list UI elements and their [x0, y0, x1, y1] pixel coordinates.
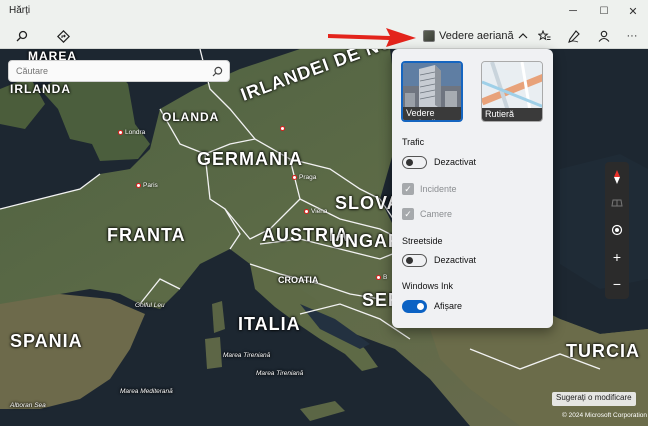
chevron-up-icon	[518, 33, 528, 39]
label-alboran-sea: Alboran Sea	[10, 402, 46, 409]
city-b[interactable]: B	[376, 274, 387, 281]
directions-icon	[56, 29, 70, 43]
label-olanda: OLANDA	[162, 110, 220, 124]
suggest-change-link[interactable]: Sugerați o modificare	[552, 392, 636, 406]
label-italia: ITALIA	[238, 314, 301, 334]
search-input[interactable]	[9, 61, 209, 81]
pin-icon	[376, 274, 381, 280]
ink-button[interactable]	[563, 25, 585, 47]
pin-icon	[280, 125, 285, 131]
traffic-title: Trafic	[402, 137, 425, 147]
pin-icon	[304, 208, 309, 214]
map-style-label: Vedere aeriană	[439, 30, 514, 42]
label-marea-mediterana: Marea Mediterană	[120, 388, 173, 395]
favorites-button[interactable]	[533, 25, 555, 47]
city-londra[interactable]: Londra	[118, 129, 145, 136]
zoom-in-button[interactable]: +	[605, 246, 629, 268]
more-button[interactable]: ···	[621, 25, 643, 47]
aerial-tile-label: Vedere aeriană	[403, 107, 461, 120]
pin-icon	[118, 129, 123, 135]
label-turcia: TURCIA	[566, 341, 640, 361]
city-praga[interactable]: Praga	[292, 174, 316, 181]
pen-icon	[568, 29, 580, 43]
road-tile-label: Rutieră	[482, 108, 542, 121]
compass-button[interactable]	[605, 166, 629, 188]
locate-button[interactable]	[605, 219, 629, 241]
search-button[interactable]	[11, 25, 33, 47]
label-croatia: CROATIA	[278, 275, 319, 285]
traffic-toggle-state: Dezactivat	[434, 157, 477, 167]
minimize-button[interactable]: ─	[558, 0, 588, 22]
account-button[interactable]	[593, 25, 615, 47]
streetside-toggle-state: Dezactivat	[434, 255, 477, 265]
city-marker[interactable]	[280, 125, 287, 132]
maximize-button[interactable]: ☐	[589, 0, 619, 22]
pin-icon	[136, 182, 141, 188]
label-golful-leu: Golful Leu	[135, 302, 165, 309]
label-spania: SPANIA	[10, 331, 83, 351]
pin-icon	[292, 174, 297, 180]
road-tile[interactable]: Rutieră	[481, 61, 543, 122]
tilt-icon	[611, 199, 623, 207]
incidents-label: Incidente	[420, 184, 457, 194]
aerial-thumbnail-icon	[423, 30, 435, 42]
locate-icon	[611, 224, 623, 236]
windows-ink-toggle-state: Afișare	[434, 301, 463, 311]
incidents-checkbox[interactable]: ✓	[402, 183, 414, 195]
traffic-toggle[interactable]	[402, 156, 427, 169]
city-viena[interactable]: Viena	[304, 208, 328, 215]
annotation-arrow-icon	[328, 28, 416, 47]
city-paris[interactable]: Paris	[136, 182, 158, 189]
search-icon[interactable]	[212, 66, 223, 77]
cameras-label: Camere	[420, 209, 453, 219]
windows-ink-title: Windows Ink	[402, 281, 454, 291]
map-style-button[interactable]: Vedere aeriană	[423, 26, 528, 46]
cameras-checkbox[interactable]: ✓	[402, 208, 414, 220]
person-icon	[598, 30, 610, 42]
streetside-title: Streetside	[402, 236, 443, 246]
search-box	[8, 60, 230, 82]
streetside-toggle[interactable]	[402, 254, 427, 267]
windows-ink-toggle[interactable]	[402, 300, 427, 313]
map-controls: + −	[605, 162, 629, 299]
copyright-text: © 2024 Microsoft Corporation	[562, 412, 647, 419]
app-title: Hărți	[9, 5, 31, 16]
label-marea-tireniana-1: Marea Tireniană	[223, 352, 271, 359]
compass-icon	[614, 170, 620, 184]
label-germania: GERMANIA	[197, 149, 303, 169]
favorites-icon	[537, 30, 550, 41]
label-franta: FRANTA	[107, 225, 186, 245]
title-bar: Hărți ─ ☐ ✕	[0, 0, 648, 22]
toolbar: Vedere aeriană ···	[0, 22, 648, 49]
aerial-tile[interactable]: Vedere aeriană	[401, 61, 463, 122]
map-style-flyout: Vedere aeriană Rutieră Trafic Dezactivat…	[392, 49, 553, 328]
label-marea-tireniana-2: Marea Tireniană	[256, 370, 304, 377]
tilt-button[interactable]	[605, 192, 629, 214]
label-irlanda: IRLANDA	[10, 82, 71, 96]
zoom-out-button[interactable]: −	[605, 273, 629, 295]
search-icon	[16, 30, 28, 42]
close-button[interactable]: ✕	[618, 0, 648, 22]
directions-button[interactable]	[52, 25, 74, 47]
